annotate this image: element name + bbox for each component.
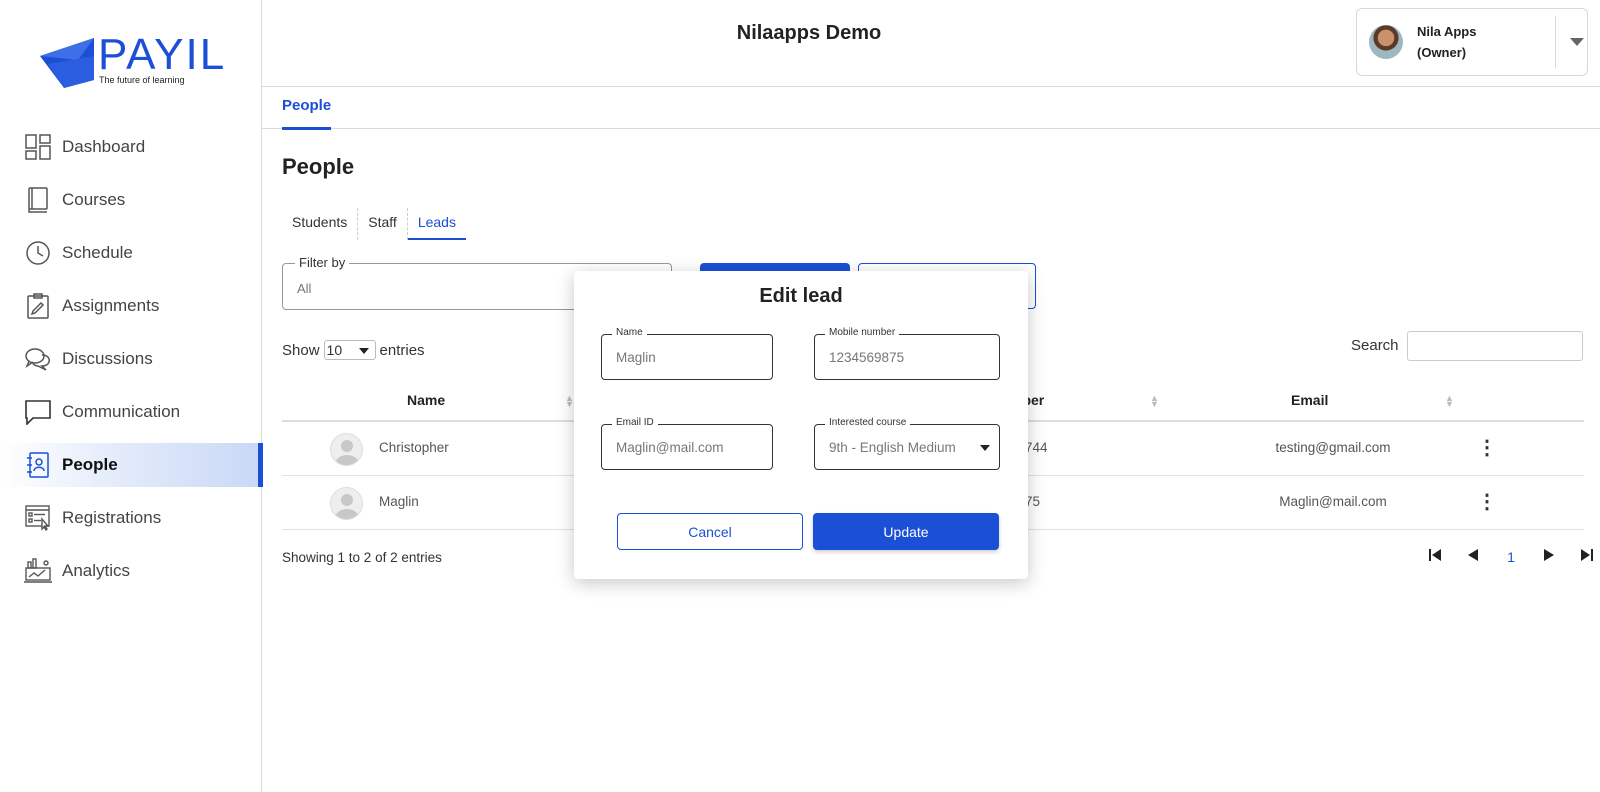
email-field[interactable]: Email ID Maglin@mail.com [601,417,773,470]
sidebar-item-label: Assignments [62,296,160,315]
page-size-select[interactable]: 10 [323,340,376,360]
email-label: Email ID [612,417,658,428]
sidebar-item-analytics[interactable]: Analytics [0,549,262,593]
avatar [1369,25,1403,59]
column-email[interactable]: Email [1291,392,1328,408]
sidebar: PAYIL The future of learning Dashboard C… [0,0,263,792]
search-input[interactable] [1407,331,1583,361]
column-name[interactable]: Name [407,392,445,408]
name-field[interactable]: Name Maglin [601,327,773,380]
page-size-value: 10 [326,342,343,358]
page-number[interactable]: 1 [1492,549,1530,565]
pagination: 1 [1416,548,1600,565]
user-avatar-icon [330,487,363,520]
sidebar-item-label: Analytics [62,561,131,580]
sidebar-item-dashboard[interactable]: Dashboard [0,125,262,169]
top-tabs: People [262,87,1600,130]
contacts-icon [24,451,52,479]
analytics-icon [24,557,52,585]
sidebar-item-label: Communication [62,402,181,421]
registration-icon [24,504,52,532]
page-title: People [282,154,355,179]
clipboard-icon [24,292,52,320]
mobile-value: 1234569875 [829,350,905,365]
clock-icon [24,239,52,267]
sort-icon[interactable]: ▲ ▼ [565,394,574,409]
page-size-control: Show 10 entries [282,340,425,360]
user-avatar-icon [330,433,363,466]
row-name: Christopher [379,440,449,455]
tab-leads[interactable]: Leads [407,208,466,240]
sidebar-item-schedule[interactable]: Schedule [0,231,262,275]
user-name: Nila Apps [1417,24,1477,39]
edit-lead-dialog: Edit lead Name Maglin Mobile number 1234… [574,271,1028,579]
last-page-icon[interactable] [1568,548,1600,565]
email-value: Maglin@mail.com [616,440,724,455]
dialog-title: Edit lead [759,285,843,307]
tab-students[interactable]: Students [282,208,359,240]
logo-text: PAYIL [98,30,227,79]
sidebar-item-courses[interactable]: Courses [0,178,262,222]
dashboard-icon [24,133,52,161]
user-role: (Owner) [1417,45,1467,60]
first-page-icon[interactable] [1416,548,1454,565]
filter-label: Filter by [295,255,350,270]
header-title: Nilaapps Demo [736,22,882,44]
show-label: Show [282,341,320,359]
sidebar-item-discussions[interactable]: Discussions [0,337,262,381]
user-menu[interactable]: Nila Apps (Owner) [1356,8,1588,76]
tab-staff[interactable]: Staff [358,208,408,240]
search-label: Search [1351,337,1399,354]
chevron-down-icon [980,445,990,451]
sidebar-item-label: Schedule [62,243,133,262]
chat-bubbles-icon [24,345,52,373]
sidebar-nav: Dashboard Courses Schedule Assignments D… [0,125,263,602]
sidebar-item-people[interactable]: People [0,443,263,487]
sidebar-item-label: Registrations [62,508,162,527]
name-value: Maglin [616,350,656,365]
name-label: Name [612,327,647,338]
sidebar-item-label: Courses [62,190,126,209]
top-header: Nilaapps Demo Nila Apps (Owner) [262,0,1600,87]
course-label: Interested course [825,417,911,428]
course-value: 9th - English Medium [829,440,956,455]
more-options-icon[interactable]: ⋮ [1477,438,1497,458]
mobile-label: Mobile number [825,327,900,338]
divider [1555,16,1556,68]
user-info: Nila Apps (Owner) [1417,21,1547,63]
sidebar-item-communication[interactable]: Communication [0,390,262,434]
row-name: Maglin [379,494,419,509]
book-icon [24,186,52,214]
row-email: Maglin@mail.com [1279,494,1387,509]
people-subtabs: Students Staff Leads [282,208,466,240]
sort-icon[interactable]: ▲ ▼ [1150,394,1159,409]
previous-page-icon[interactable] [1454,548,1492,565]
sort-icon[interactable]: ▲ ▼ [1445,394,1454,409]
sidebar-item-registrations[interactable]: Registrations [0,496,262,540]
payil-logo[interactable]: PAYIL The future of learning [38,30,228,90]
chevron-down-icon[interactable] [1570,38,1584,46]
interested-course-select[interactable]: Interested course 9th - English Medium [814,417,1000,470]
logo-mark-icon [40,38,94,88]
cancel-button[interactable]: Cancel [617,513,803,550]
sidebar-item-assignments[interactable]: Assignments [0,284,262,328]
sidebar-item-label: Dashboard [62,137,146,156]
table-info: Showing 1 to 2 of 2 entries [282,550,442,565]
sidebar-item-label: People [62,455,118,474]
filter-value: All [297,281,312,296]
entries-label: entries [379,341,425,359]
next-page-icon[interactable] [1530,548,1568,565]
sidebar-item-label: Discussions [62,349,153,368]
tab-people[interactable]: People [282,97,332,130]
row-email: testing@gmail.com [1275,440,1391,455]
update-button[interactable]: Update [813,513,999,550]
logo-tagline: The future of learning [99,75,185,85]
mobile-number-field[interactable]: Mobile number 1234569875 [814,327,1000,380]
more-options-icon[interactable]: ⋮ [1477,492,1497,512]
message-icon [24,398,52,426]
